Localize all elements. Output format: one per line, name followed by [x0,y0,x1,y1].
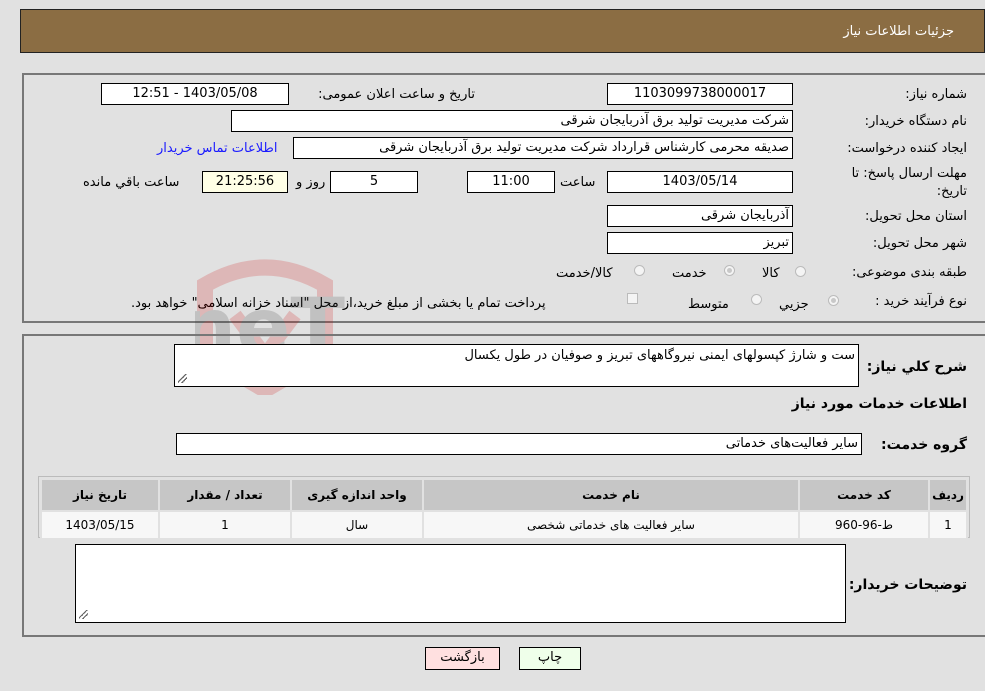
remaining-time-field: 21:25:56 [202,171,288,193]
header-row-number: ردیف [928,478,968,512]
delivery-city-field: تبریز [607,232,793,254]
service-group-field: سایر فعالیت‌های خدماتی [176,433,862,455]
cell-service-code: ط-96-960 [798,510,930,540]
remaining-days-field: 5 [330,171,418,193]
delivery-city-label: شهر محل تحویل: [872,236,967,251]
cell-need-date: 1403/05/15 [40,510,160,540]
cell-unit: سال [290,510,424,540]
cell-quantity: 1 [158,510,292,540]
delivery-province-field: آذربایجان شرقی [607,205,793,227]
category-option-service: خدمت [672,266,707,281]
resize-grip-icon[interactable] [79,610,88,619]
back-button[interactable]: بازگشت [425,647,500,670]
requester-label: ایجاد کننده درخواست: [847,141,967,156]
process-type-label: نوع فرآیند خرید : [875,294,967,309]
cell-service-name: سایر فعالیت های خدماتی شخصی [422,510,800,540]
service-group-label: گروه خدمت: [881,437,967,453]
announce-datetime-field: 1403/05/08 - 12:51 [101,83,289,105]
buyer-contact-link[interactable]: اطلاعات تماس خریدار [157,141,277,156]
announce-datetime-label: تاریخ و ساعت اعلان عمومی: [318,87,475,102]
deadline-date-field: 1403/05/14 [607,171,793,193]
process-radio-minor[interactable] [828,295,839,306]
table-row: 1 ط-96-960 سایر فعالیت های خدماتی شخصی س… [40,510,968,540]
table-header-row: ردیف کد خدمت نام خدمت واحد اندازه گیری ت… [40,478,968,512]
category-option-goods: کالا [762,266,780,281]
process-radio-medium[interactable] [751,294,762,305]
page-header: جزئیات اطلاعات نیاز [20,9,985,53]
header-service-code: کد خدمت [798,478,930,512]
header-service-name: نام خدمت [422,478,800,512]
requester-field: صدیقه محرمی کارشناس قرارداد شرکت مدیریت … [293,137,793,159]
buyer-org-label: نام دستگاه خریدار: [864,114,967,129]
description-label: شرح کلي نیاز: [866,359,967,375]
services-section-title: اطلاعات خدمات مورد نیاز [791,396,967,412]
treasury-note: پرداخت تمام یا بخشی از مبلغ خرید،از محل … [131,296,546,311]
category-radio-service[interactable] [724,265,735,276]
category-option-goods-service: کالا/خدمت [556,266,613,281]
category-radio-goods-service[interactable] [634,265,645,276]
page-title: جزئیات اطلاعات نیاز [843,24,954,39]
deadline-label: مهلت ارسال پاسخ: تا تاریخ: [851,166,967,199]
deadline-time-field: 11:00 [467,171,555,193]
print-button[interactable]: چاپ [519,647,581,670]
process-option-medium: متوسط [688,297,729,312]
days-label: روز و [296,175,326,190]
buyer-notes-label: توضیحات خریدار: [848,577,967,593]
buyer-notes-textarea[interactable] [75,544,846,623]
remaining-time-label: ساعت باقي مانده [83,175,180,190]
delivery-province-label: استان محل تحویل: [865,209,967,224]
category-radio-goods[interactable] [795,266,806,277]
resize-grip-icon[interactable] [178,374,187,383]
buyer-org-field: شرکت مدیریت تولید برق آذربایجان شرقی [231,110,793,132]
cell-row-number: 1 [928,510,968,540]
header-need-date: تاریخ نیاز [40,478,160,512]
need-number-field: 1103099738000017 [607,83,793,105]
description-textarea[interactable]: ست و شارژ کپسولهای ایمنی نیروگاههای تبری… [174,344,859,387]
deadline-time-label: ساعت [560,175,596,190]
category-label: طبقه بندی موضوعی: [851,265,967,280]
services-table: ردیف کد خدمت نام خدمت واحد اندازه گیری ت… [40,478,968,540]
treasury-checkbox[interactable] [627,293,638,304]
header-unit: واحد اندازه گیری [290,478,424,512]
description-text: ست و شارژ کپسولهای ایمنی نیروگاههای تبری… [464,348,855,363]
header-quantity: تعداد / مقدار [158,478,292,512]
process-option-minor: جزيي [779,297,809,312]
need-number-label: شماره نیاز: [905,87,967,102]
buyer-notes-text [76,545,845,548]
